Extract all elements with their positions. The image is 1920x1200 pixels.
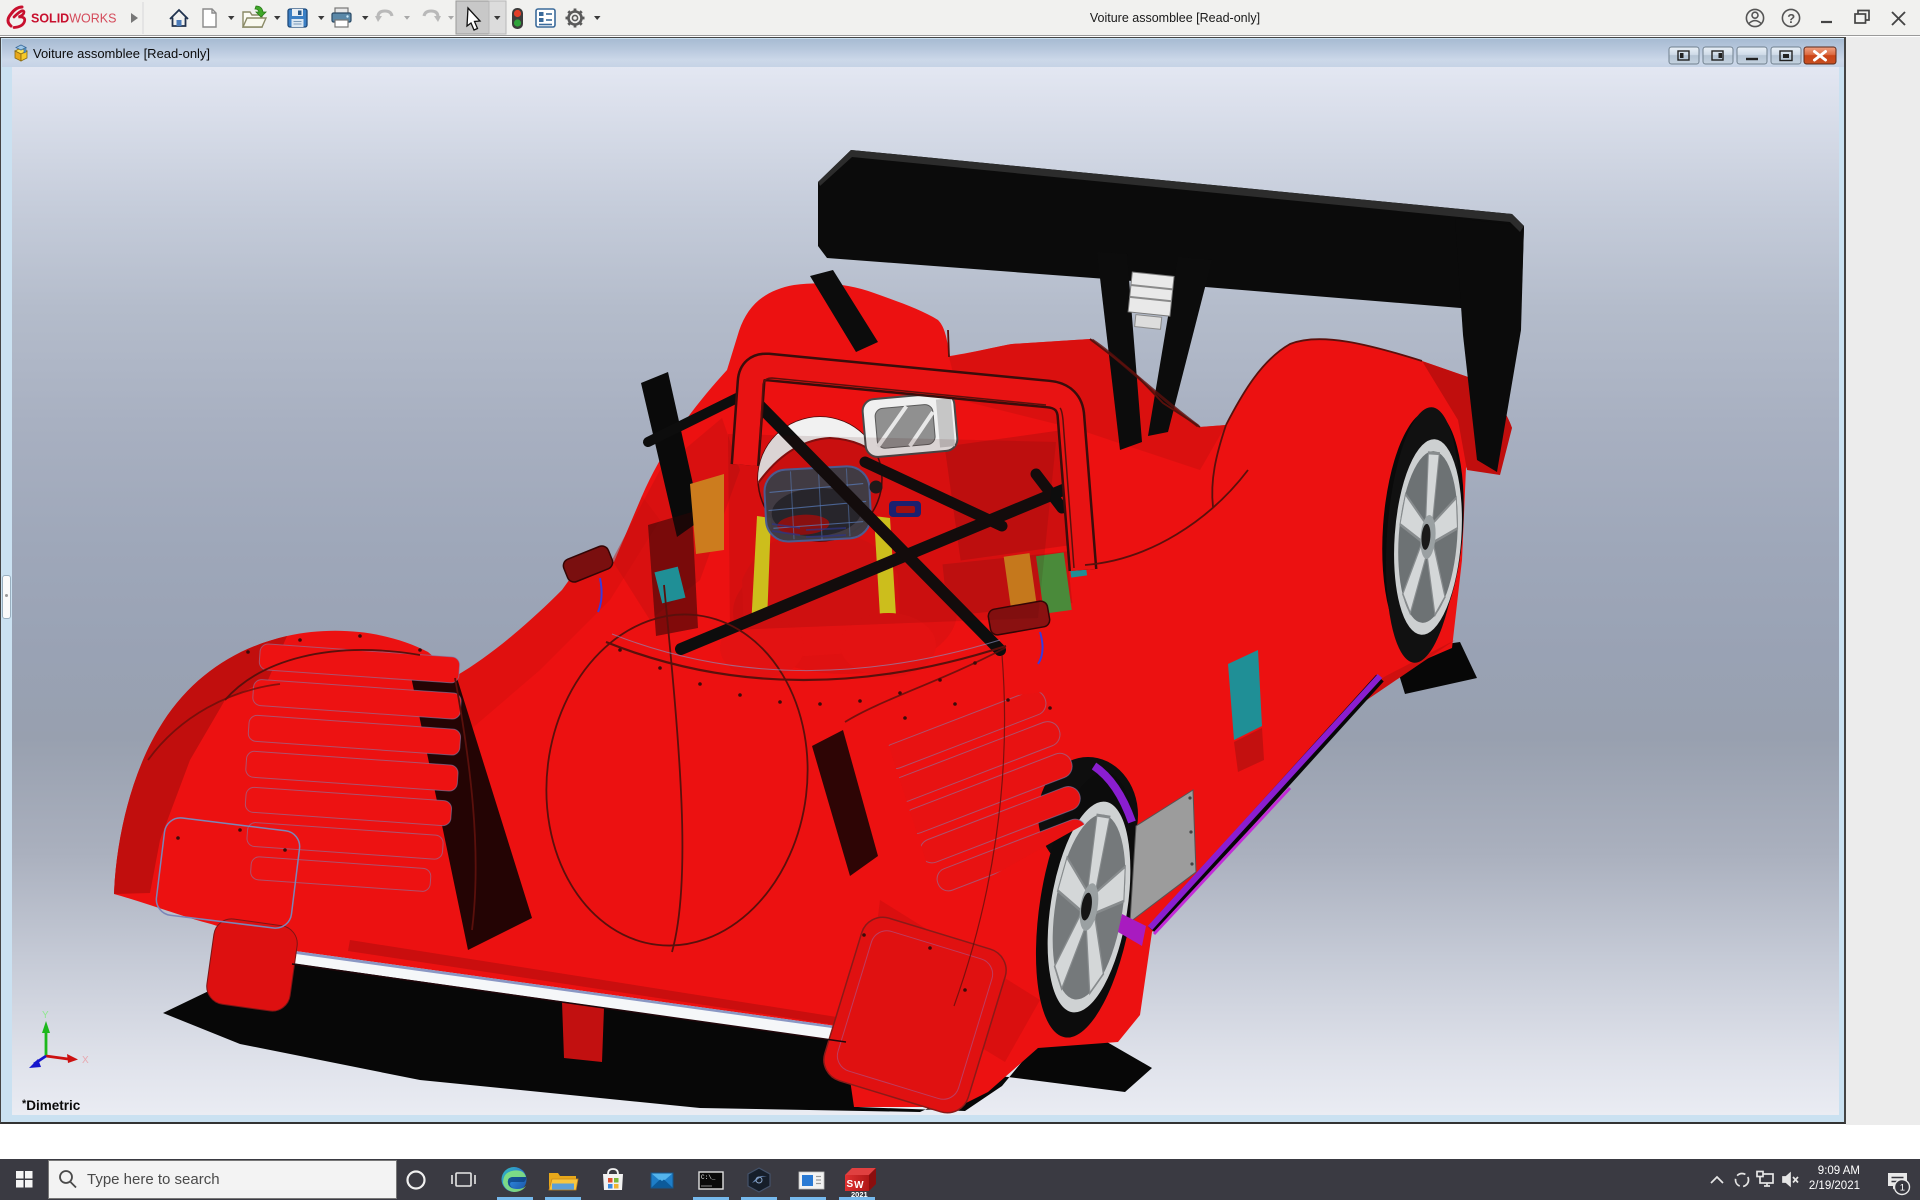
svg-text:SOLIDWORKS: SOLIDWORKS (31, 12, 116, 26)
svg-text:C:\_: C:\_ (701, 1174, 716, 1181)
svg-text:?: ? (1787, 11, 1795, 26)
svg-text:1: 1 (1900, 1183, 1905, 1194)
